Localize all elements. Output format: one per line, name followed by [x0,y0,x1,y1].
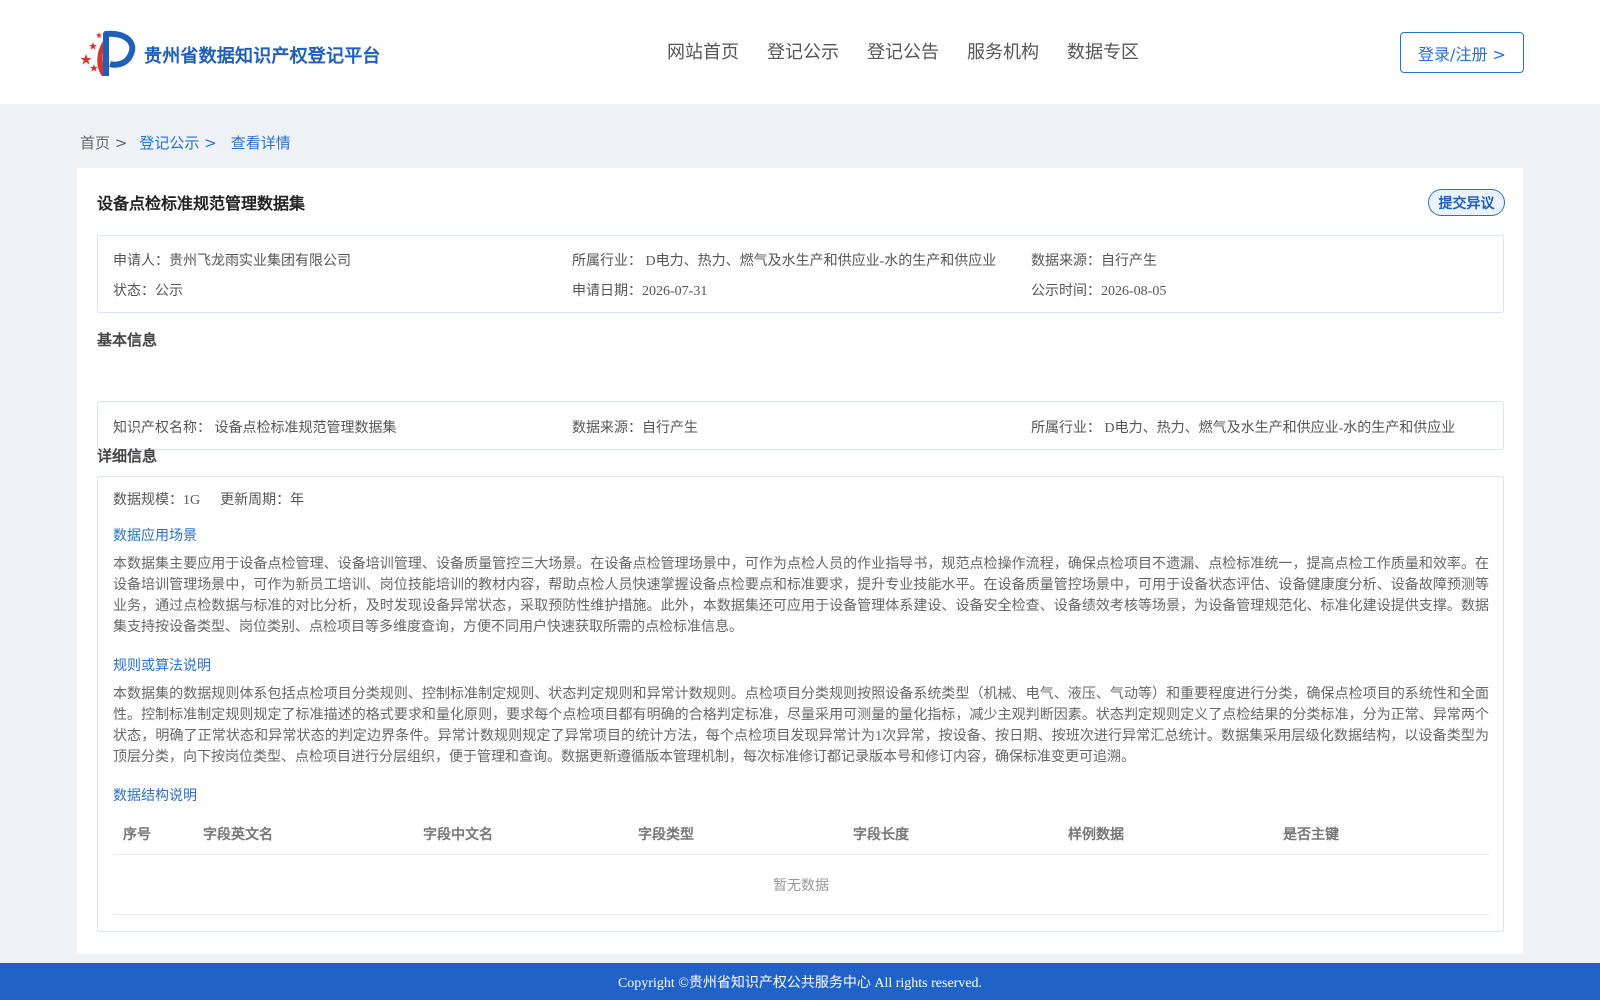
update-cycle: 更新周期：年 [220,493,305,508]
summary-row: 状态：公示 申请日期：2026-07-31 公示时间：2026-08-05 [113,280,1490,300]
ip-name: 知识产权名称： 设备点检标准规范管理数据集 [113,421,397,436]
nav-item-data-zone[interactable]: 数据专区 [1067,38,1139,64]
footer-copyright: Copyright ©贵州省知识产权公共服务中心 All rights rese… [0,963,1600,1000]
detail-meta: 数据规模：1G 更新周期：年 [113,489,304,509]
detail-card: 设备点检标准规范管理数据集 提交异议 申请人：贵州飞龙雨实业集团有限公司 所属行… [77,168,1523,954]
table-empty-text: 暂无数据 [113,855,1489,915]
applicant: 申请人：贵州飞龙雨实业集团有限公司 [113,254,351,269]
column-header: 字段长度 [853,826,909,843]
main-nav: 网站首页 登记公示 登记公告 服务机构 数据专区 [667,38,1139,64]
login-register-button[interactable]: 登录/注册 > [1400,32,1524,73]
rules-title: 规则或算法说明 [113,659,211,674]
breadcrumb-registration-publicity[interactable]: 登记公示 > [139,132,216,153]
basic-info-title: 基本信息 [97,331,158,349]
column-header: 字段中文名 [423,826,493,843]
basic-industry: 所属行业： D电力、热力、燃气及水生产和供应业-水的生产和供应业 [1031,421,1456,436]
column-header: 字段类型 [638,826,694,843]
apply-date: 申请日期：2026-07-31 [572,284,708,299]
nav-item-service-agencies[interactable]: 服务机构 [967,38,1039,64]
data-source: 数据来源：自行产生 [1031,254,1157,269]
site-name[interactable]: 贵州省数据知识产权登记平台 [144,42,381,68]
column-header: 样例数据 [1068,826,1124,843]
nav-item-home[interactable]: 网站首页 [667,38,739,64]
basic-data-source: 数据来源：自行产生 [572,421,698,436]
scenario-text: 本数据集主要应用于设备点检管理、设备培训管理、设备质量管控三大场景。在设备点检管… [113,557,1489,635]
top-header: 贵州省数据知识产权登记平台 网站首页 登记公示 登记公告 服务机构 数据专区 登… [0,0,1600,104]
publish-date: 公示时间：2026-08-05 [1031,284,1167,299]
scenario-title: 数据应用场景 [113,529,197,544]
summary-row: 申请人：贵州飞龙雨实业集团有限公司 所属行业： D电力、热力、燃气及水生产和供应… [113,250,1490,270]
basic-info-row: 知识产权名称： 设备点检标准规范管理数据集 数据来源：自行产生 所属行业： D电… [113,417,1490,437]
industry: 所属行业： D电力、热力、燃气及水生产和供应业-水的生产和供应业 [572,254,997,269]
breadcrumb-current: 查看详情 [230,134,291,152]
nav-item-registration-announcement[interactable]: 登记公告 [867,38,939,64]
rules-text: 本数据集的数据规则体系包括点检项目分类规则、控制标准制定规则、状态判定规则和异常… [113,687,1489,765]
column-header: 是否主键 [1283,826,1339,843]
detail-info-panel: 数据规模：1G 更新周期：年 数据应用场景 本数据集主要应用于设备点检管理、设备培… [97,476,1504,932]
structure-title: 数据结构说明 [113,789,197,804]
column-header: 序号 [123,826,151,843]
data-structure-table: 序号 字段英文名 字段中文名 字段类型 字段长度 样例数据 是否主键 暂无数据 [113,813,1489,915]
summary-panel: 申请人：贵州飞龙雨实业集团有限公司 所属行业： D电力、热力、燃气及水生产和供应… [97,235,1504,313]
breadcrumb: 首页 > 登记公示 > 查看详情 [80,132,291,153]
dataset-title: 设备点检标准规范管理数据集 [97,194,306,213]
breadcrumb-home[interactable]: 首页 > [80,132,127,153]
data-scale: 数据规模：1G [113,493,201,508]
table-header: 序号 字段英文名 字段中文名 字段类型 字段长度 样例数据 是否主键 [113,813,1489,855]
basic-info-panel: 知识产权名称： 设备点检标准规范管理数据集 数据来源：自行产生 所属行业： D电… [97,401,1504,450]
detail-info-title: 详细信息 [97,447,158,465]
nav-item-registration-publicity[interactable]: 登记公示 [767,38,839,64]
column-header: 字段英文名 [203,826,273,843]
platform-logo-icon[interactable] [80,28,138,78]
status: 状态：公示 [113,284,183,299]
submit-objection-button[interactable]: 提交异议 [1428,189,1505,216]
